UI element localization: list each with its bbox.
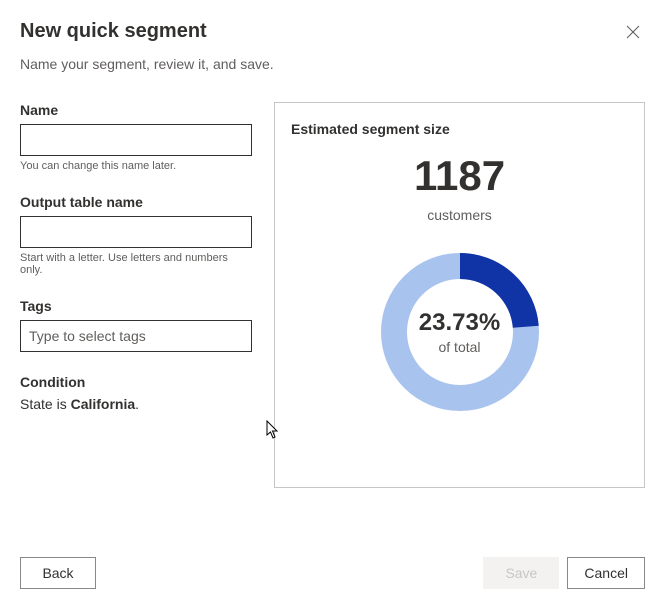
name-label: Name bbox=[20, 102, 252, 118]
donut-sublabel: of total bbox=[419, 339, 500, 355]
close-icon bbox=[626, 25, 640, 39]
name-helper: You can change this name later. bbox=[20, 160, 252, 172]
condition-label: Condition bbox=[20, 374, 252, 390]
name-input[interactable] bbox=[20, 124, 252, 156]
output-table-label: Output table name bbox=[20, 194, 252, 210]
form-column: Name You can change this name later. Out… bbox=[20, 102, 252, 488]
donut-chart: 23.73% of total bbox=[291, 247, 628, 417]
tags-label: Tags bbox=[20, 298, 252, 314]
cancel-button[interactable]: Cancel bbox=[567, 557, 645, 589]
output-table-helper: Start with a letter. Use letters and num… bbox=[20, 252, 252, 276]
estimate-title: Estimated segment size bbox=[291, 121, 628, 137]
page-title: New quick segment bbox=[20, 20, 207, 43]
condition-value: California bbox=[71, 396, 136, 412]
tags-input[interactable] bbox=[20, 320, 252, 352]
page-subtitle: Name your segment, review it, and save. bbox=[20, 56, 645, 72]
estimate-unit: customers bbox=[291, 207, 628, 223]
estimate-panel: Estimated segment size 1187 customers 23… bbox=[274, 102, 645, 488]
output-table-input[interactable] bbox=[20, 216, 252, 248]
donut-percent: 23.73% bbox=[419, 309, 500, 337]
condition-suffix: . bbox=[135, 396, 139, 412]
close-button[interactable] bbox=[621, 20, 645, 44]
condition-prefix: State is bbox=[20, 396, 71, 412]
estimate-count: 1187 bbox=[291, 155, 628, 197]
condition-text: State is California. bbox=[20, 396, 252, 412]
back-button[interactable]: Back bbox=[20, 557, 96, 589]
save-button: Save bbox=[483, 557, 559, 589]
